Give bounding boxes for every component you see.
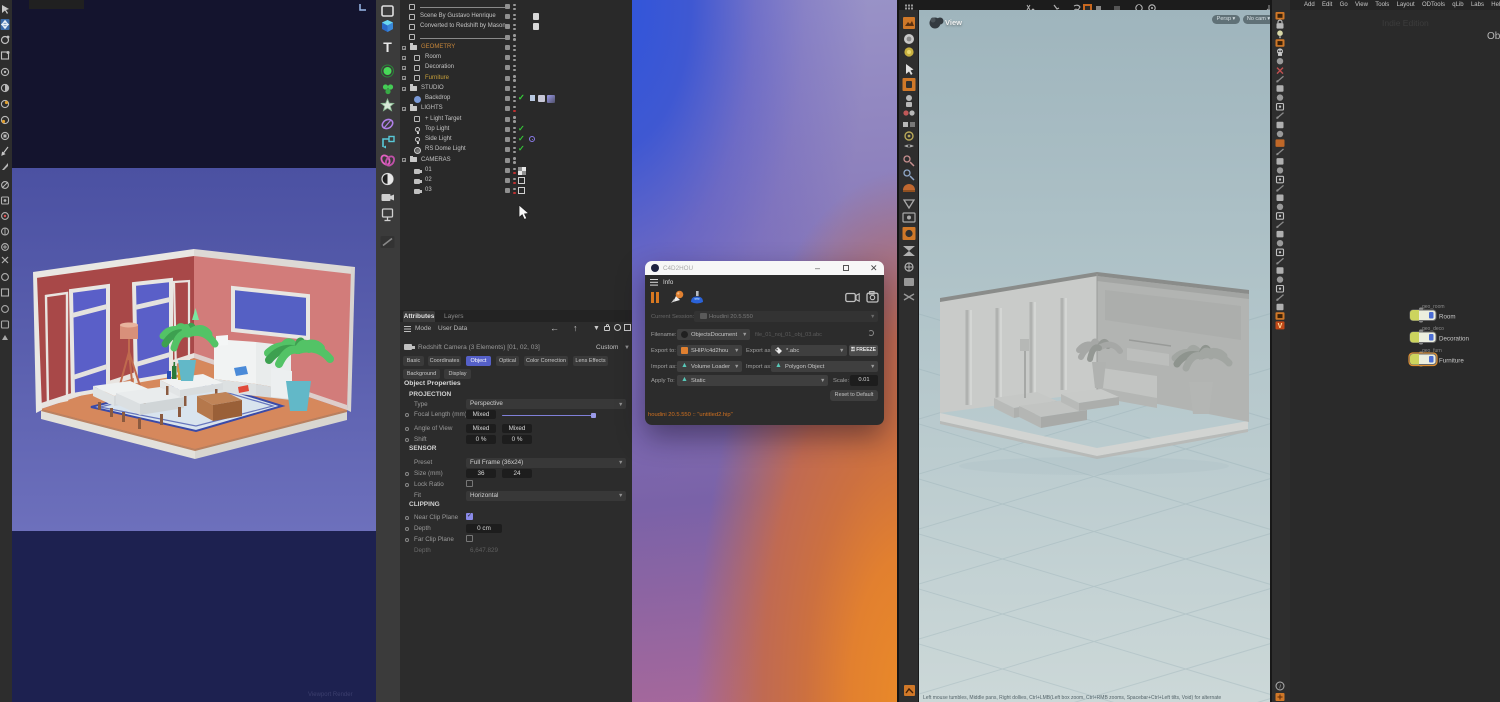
svg-text:Decoration: Decoration bbox=[1439, 336, 1469, 343]
svg-text:Furniture: Furniture bbox=[1439, 358, 1464, 365]
svg-text:geo_deco: geo_deco bbox=[1422, 326, 1444, 332]
svg-text:geo_furn: geo_furn bbox=[1422, 348, 1442, 354]
svg-text:V: V bbox=[1278, 323, 1283, 330]
svg-text:T: T bbox=[383, 39, 392, 55]
svg-text:geo_room: geo_room bbox=[1422, 304, 1445, 310]
svg-text:Room: Room bbox=[1439, 314, 1456, 321]
